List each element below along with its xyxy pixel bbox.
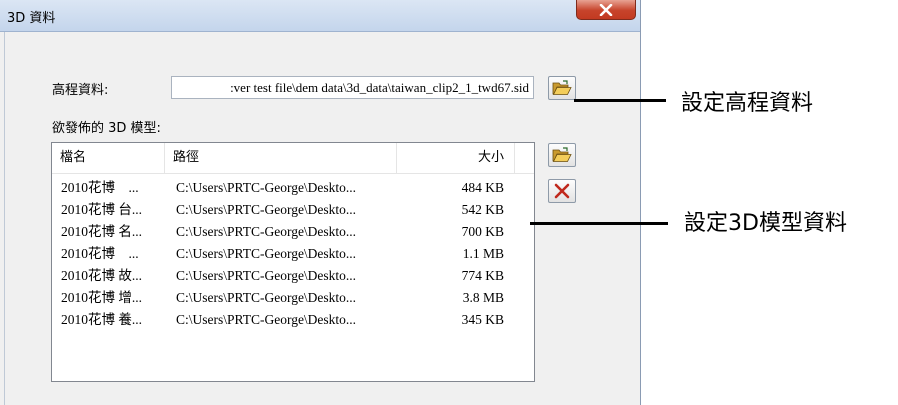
file-path: C:\Users\PRTC-George\Deskto... — [176, 312, 357, 327]
file-path: C:\Users\PRTC-George\Deskto... — [176, 290, 357, 305]
file-size: 3.8 MB — [462, 290, 504, 305]
remove-model-button[interactable] — [548, 179, 576, 203]
model-callout-line — [530, 222, 668, 225]
column-header-size[interactable]: 大小 — [397, 143, 515, 173]
dem-callout-label: 設定高程資料 — [681, 91, 814, 116]
file-name: 2010花博 ... — [61, 246, 139, 261]
dem-callout-line — [574, 99, 666, 102]
list-item[interactable]: 2010花博 台... C:\Users\PRTC-George\Deskto.… — [52, 199, 534, 221]
list-item[interactable]: 2010花博 故... C:\Users\PRTC-George\Deskto.… — [52, 265, 534, 287]
file-path: C:\Users\PRTC-George\Deskto... — [176, 202, 357, 217]
list-item[interactable]: 2010花博 ... C:\Users\PRTC-George\Deskto..… — [52, 243, 534, 265]
dem-browse-button[interactable] — [548, 76, 576, 100]
list-item[interactable]: 2010花博 ... C:\Users\PRTC-George\Deskto..… — [52, 177, 534, 199]
file-size: 700 KB — [461, 224, 504, 239]
window-title: 3D 資料 — [7, 11, 56, 26]
folder-open-icon — [552, 147, 572, 162]
file-name: 2010花博 養... — [61, 312, 142, 327]
list-item[interactable]: 2010花博 名... C:\Users\PRTC-George\Deskto.… — [52, 221, 534, 243]
models-label: 欲發佈的 3D 模型: — [52, 121, 161, 136]
folder-open-icon — [552, 80, 572, 95]
list-header: 檔名 路徑 大小 — [52, 143, 534, 174]
file-size: 542 KB — [461, 202, 504, 217]
file-path: C:\Users\PRTC-George\Deskto... — [176, 246, 357, 261]
column-header-path[interactable]: 路徑 — [165, 143, 397, 173]
file-name: 2010花博 台... — [61, 202, 142, 217]
close-icon — [599, 3, 613, 16]
file-size: 1.1 MB — [462, 246, 504, 261]
dem-label: 高程資料: — [52, 83, 109, 98]
dem-path-field[interactable]: :ver test file\dem data\3d_data\taiwan_c… — [171, 76, 534, 99]
file-name: 2010花博 增... — [61, 290, 142, 305]
file-name: 2010花博 故... — [61, 268, 142, 283]
close-button[interactable] — [576, 0, 636, 20]
file-size: 484 KB — [461, 180, 504, 195]
dialog-window: 3D 資料 高程資料: :ver test file\dem data\3d_d… — [0, 0, 641, 405]
file-size: 345 KB — [461, 312, 504, 327]
file-size: 774 KB — [461, 268, 504, 283]
file-path: C:\Users\PRTC-George\Deskto... — [176, 268, 357, 283]
add-model-button[interactable] — [548, 143, 576, 167]
column-header-name[interactable]: 檔名 — [52, 143, 165, 173]
file-name: 2010花博 名... — [61, 224, 142, 239]
model-callout-label: 設定3D模型資料 — [684, 211, 847, 236]
list-item[interactable]: 2010花博 增... C:\Users\PRTC-George\Deskto.… — [52, 287, 534, 309]
file-name: 2010花博 ... — [61, 180, 139, 195]
file-path: C:\Users\PRTC-George\Deskto... — [176, 180, 357, 195]
file-path: C:\Users\PRTC-George\Deskto... — [176, 224, 357, 239]
list-item[interactable]: 2010花博 養... C:\Users\PRTC-George\Deskto.… — [52, 309, 534, 331]
title-bar: 3D 資料 — [0, 0, 640, 32]
models-list[interactable]: 檔名 路徑 大小 2010花博 ... C:\Users\PRTC-George… — [51, 142, 535, 382]
delete-x-icon — [554, 183, 570, 199]
